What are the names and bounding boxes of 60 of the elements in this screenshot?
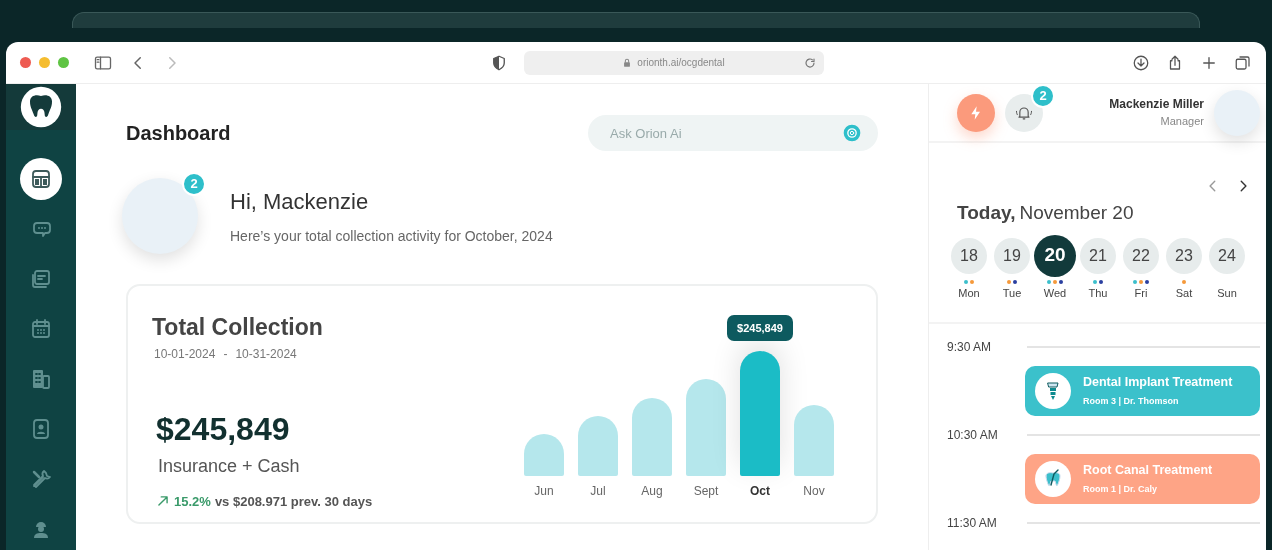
user-name: Mackenzie Miller xyxy=(1109,96,1204,114)
appointment-title: Dental Implant Treatment xyxy=(1083,374,1233,392)
ai-icon[interactable] xyxy=(842,123,862,143)
date-separator: - xyxy=(223,345,228,363)
weekday-label: Tue xyxy=(1002,285,1022,301)
dashboard-icon xyxy=(29,167,53,191)
greeting-title: Hi, Mackenzie xyxy=(230,188,370,216)
calendar-day[interactable]: 21 xyxy=(1080,237,1116,274)
month-label: Jun xyxy=(534,483,554,500)
appointment-details: Room 3 | Dr. Thomson xyxy=(1083,395,1180,409)
appointment-title: Root Canal Treatment xyxy=(1083,462,1213,480)
comparison-text: vs $208.971 prev. 30 days xyxy=(214,492,373,511)
weekday-label: Sat xyxy=(1175,285,1193,301)
weekday-label: Thu xyxy=(1088,285,1108,301)
time-label: 10:30 AM xyxy=(947,427,999,444)
time-label: 11:30 AM xyxy=(947,515,998,532)
today-label: Today, xyxy=(957,201,1016,226)
calendar-day[interactable]: 18 xyxy=(951,237,987,274)
reload-icon[interactable] xyxy=(803,56,816,69)
amount-value: $245,849 xyxy=(156,409,291,449)
chart-tooltip: $245,849 xyxy=(727,314,793,341)
month-label: Nov xyxy=(803,483,825,500)
window-control-button[interactable] xyxy=(58,57,69,68)
window-control-button[interactable] xyxy=(20,57,31,68)
month-label: Jul xyxy=(590,483,606,500)
window-control-button[interactable] xyxy=(39,57,50,68)
calendar-icon xyxy=(29,317,53,341)
time-label: 9:30 AM xyxy=(947,339,993,356)
greeting-subtitle: Here’s your total collection activity for October, 2024 xyxy=(230,227,553,246)
trend-up-icon xyxy=(156,494,170,509)
page-title: Dashboard xyxy=(126,121,231,146)
calendar-day[interactable]: 23 xyxy=(1166,237,1202,274)
calendar-day[interactable]: 20 xyxy=(1034,234,1076,277)
date-text: 10-01-2024 xyxy=(154,345,216,363)
calendar-day[interactable]: 19 xyxy=(994,237,1030,274)
appointment-details: Room 1 | Dr. Caly xyxy=(1083,483,1159,497)
month-label: Sept xyxy=(693,483,719,500)
amount-label: Insurance + Cash xyxy=(158,454,301,478)
calendar-day[interactable]: 24 xyxy=(1209,237,1245,274)
url-text: orionth.ai/ocgdental xyxy=(637,56,725,70)
calendar-day[interactable]: 22 xyxy=(1123,237,1159,274)
month-label: Aug xyxy=(641,483,663,500)
card-title: Total Collection xyxy=(152,313,324,342)
notification-badge: 2 xyxy=(182,172,206,196)
user-role: Manager xyxy=(1159,114,1204,130)
download-icon[interactable] xyxy=(1132,53,1150,72)
change-percent: 15.2% xyxy=(174,492,211,511)
tabs-icon[interactable] xyxy=(1234,53,1252,72)
date-label: November 20 xyxy=(1019,201,1134,226)
search-field[interactable]: Ask Orion Ai xyxy=(588,115,878,151)
weekday-label: Fri xyxy=(1134,285,1148,301)
weekday-label: Wed xyxy=(1043,285,1067,301)
sidebar-item[interactable] xyxy=(20,158,62,200)
notes-icon xyxy=(29,267,53,291)
quick-action-button[interactable] xyxy=(957,93,995,132)
month-label: Oct xyxy=(750,483,770,500)
weekday-label: Sun xyxy=(1217,285,1237,301)
weekday-label: Mon xyxy=(958,285,980,301)
lock-icon xyxy=(622,57,633,68)
date-text: 10-31-2024 xyxy=(235,345,297,363)
